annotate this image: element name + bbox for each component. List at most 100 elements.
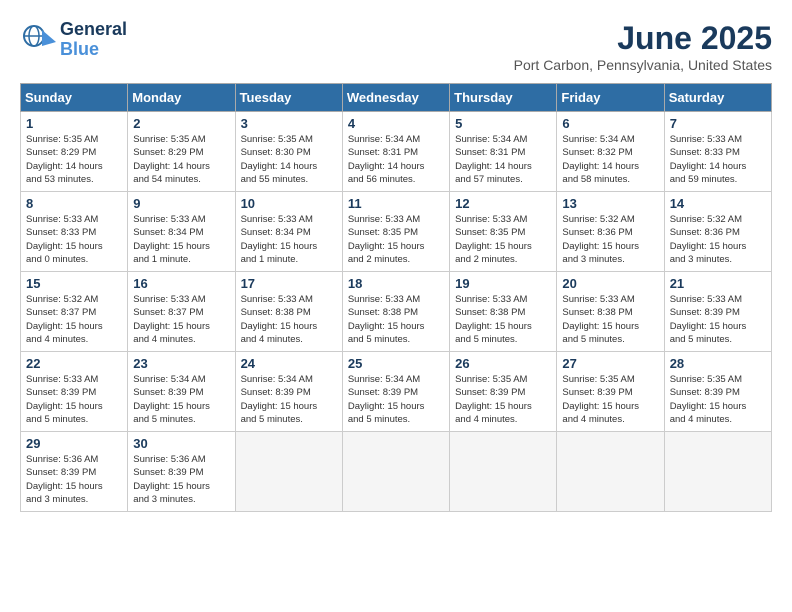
day-info: Sunrise: 5:33 AM Sunset: 8:38 PM Dayligh… <box>562 293 658 346</box>
day-info: Sunrise: 5:34 AM Sunset: 8:39 PM Dayligh… <box>348 373 444 426</box>
day-info: Sunrise: 5:36 AM Sunset: 8:39 PM Dayligh… <box>133 453 229 506</box>
calendar-cell: 17 Sunrise: 5:33 AM Sunset: 8:38 PM Dayli… <box>235 272 342 352</box>
day-number: 28 <box>670 356 766 371</box>
logo-text: General Blue <box>60 20 127 60</box>
calendar-cell: 27 Sunrise: 5:35 AM Sunset: 8:39 PM Dayli… <box>557 352 664 432</box>
month-title: June 2025 <box>514 20 772 57</box>
calendar-cell: 5 Sunrise: 5:34 AM Sunset: 8:31 PM Daylig… <box>450 112 557 192</box>
calendar-cell: 25 Sunrise: 5:34 AM Sunset: 8:39 PM Dayli… <box>342 352 449 432</box>
header-monday: Monday <box>128 84 235 112</box>
calendar-week-row: 15Sunrise: 5:32 AM Sunset: 8:37 PM Dayli… <box>21 272 772 352</box>
day-number: 20 <box>562 276 658 291</box>
day-number: 23 <box>133 356 229 371</box>
day-number: 17 <box>241 276 337 291</box>
calendar-cell <box>664 432 771 512</box>
day-number: 4 <box>348 116 444 131</box>
calendar-cell <box>557 432 664 512</box>
calendar-cell: 12 Sunrise: 5:33 AM Sunset: 8:35 PM Dayli… <box>450 192 557 272</box>
calendar-body: 1Sunrise: 5:35 AM Sunset: 8:29 PM Daylig… <box>21 112 772 512</box>
calendar-cell: 20 Sunrise: 5:33 AM Sunset: 8:38 PM Dayli… <box>557 272 664 352</box>
calendar-cell: 3 Sunrise: 5:35 AM Sunset: 8:30 PM Daylig… <box>235 112 342 192</box>
logo: General Blue <box>20 20 127 60</box>
day-info: Sunrise: 5:35 AM Sunset: 8:39 PM Dayligh… <box>562 373 658 426</box>
day-number: 2 <box>133 116 229 131</box>
day-number: 30 <box>133 436 229 451</box>
day-number: 19 <box>455 276 551 291</box>
calendar-cell: 15Sunrise: 5:32 AM Sunset: 8:37 PM Dayli… <box>21 272 128 352</box>
day-info: Sunrise: 5:33 AM Sunset: 8:39 PM Dayligh… <box>26 373 122 426</box>
calendar-week-row: 22 Sunrise: 5:33 AM Sunset: 8:39 PM Dayli… <box>21 352 772 432</box>
day-number: 26 <box>455 356 551 371</box>
header-thursday: Thursday <box>450 84 557 112</box>
logo-icon <box>20 22 56 58</box>
day-number: 10 <box>241 196 337 211</box>
calendar-week-row: 1Sunrise: 5:35 AM Sunset: 8:29 PM Daylig… <box>21 112 772 192</box>
calendar-cell: 4 Sunrise: 5:34 AM Sunset: 8:31 PM Daylig… <box>342 112 449 192</box>
day-number: 15 <box>26 276 122 291</box>
day-info: Sunrise: 5:33 AM Sunset: 8:34 PM Dayligh… <box>133 213 229 266</box>
calendar-cell: 1Sunrise: 5:35 AM Sunset: 8:29 PM Daylig… <box>21 112 128 192</box>
header: General Blue June 2025 Port Carbon, Penn… <box>20 20 772 73</box>
day-info: Sunrise: 5:35 AM Sunset: 8:30 PM Dayligh… <box>241 133 337 186</box>
calendar-cell: 18Sunrise: 5:33 AM Sunset: 8:38 PM Dayli… <box>342 272 449 352</box>
day-number: 13 <box>562 196 658 211</box>
logo-blue: Blue <box>60 40 127 60</box>
day-info: Sunrise: 5:33 AM Sunset: 8:38 PM Dayligh… <box>241 293 337 346</box>
calendar-cell: 7 Sunrise: 5:33 AM Sunset: 8:33 PM Daylig… <box>664 112 771 192</box>
day-number: 25 <box>348 356 444 371</box>
day-info: Sunrise: 5:35 AM Sunset: 8:29 PM Dayligh… <box>133 133 229 186</box>
day-info: Sunrise: 5:33 AM Sunset: 8:35 PM Dayligh… <box>455 213 551 266</box>
calendar-cell: 16Sunrise: 5:33 AM Sunset: 8:37 PM Dayli… <box>128 272 235 352</box>
calendar-cell: 29 Sunrise: 5:36 AM Sunset: 8:39 PM Dayli… <box>21 432 128 512</box>
day-info: Sunrise: 5:33 AM Sunset: 8:34 PM Dayligh… <box>241 213 337 266</box>
day-number: 14 <box>670 196 766 211</box>
calendar-cell: 24Sunrise: 5:34 AM Sunset: 8:39 PM Dayli… <box>235 352 342 432</box>
calendar-cell: 6Sunrise: 5:34 AM Sunset: 8:32 PM Daylig… <box>557 112 664 192</box>
day-info: Sunrise: 5:34 AM Sunset: 8:31 PM Dayligh… <box>348 133 444 186</box>
day-number: 27 <box>562 356 658 371</box>
calendar-cell: 23 Sunrise: 5:34 AM Sunset: 8:39 PM Dayli… <box>128 352 235 432</box>
calendar-cell: 2 Sunrise: 5:35 AM Sunset: 8:29 PM Daylig… <box>128 112 235 192</box>
header-sunday: Sunday <box>21 84 128 112</box>
day-info: Sunrise: 5:34 AM Sunset: 8:32 PM Dayligh… <box>562 133 658 186</box>
day-number: 3 <box>241 116 337 131</box>
calendar-cell <box>235 432 342 512</box>
location-title: Port Carbon, Pennsylvania, United States <box>514 57 772 73</box>
calendar-cell: 26 Sunrise: 5:35 AM Sunset: 8:39 PM Dayli… <box>450 352 557 432</box>
calendar-cell: 30 Sunrise: 5:36 AM Sunset: 8:39 PM Dayli… <box>128 432 235 512</box>
day-info: Sunrise: 5:33 AM Sunset: 8:38 PM Dayligh… <box>348 293 444 346</box>
day-info: Sunrise: 5:33 AM Sunset: 8:39 PM Dayligh… <box>670 293 766 346</box>
day-info: Sunrise: 5:36 AM Sunset: 8:39 PM Dayligh… <box>26 453 122 506</box>
calendar-cell: 28Sunrise: 5:35 AM Sunset: 8:39 PM Dayli… <box>664 352 771 432</box>
day-info: Sunrise: 5:34 AM Sunset: 8:39 PM Dayligh… <box>133 373 229 426</box>
day-info: Sunrise: 5:33 AM Sunset: 8:33 PM Dayligh… <box>670 133 766 186</box>
day-number: 7 <box>670 116 766 131</box>
day-info: Sunrise: 5:35 AM Sunset: 8:39 PM Dayligh… <box>455 373 551 426</box>
calendar-cell <box>450 432 557 512</box>
day-info: Sunrise: 5:33 AM Sunset: 8:33 PM Dayligh… <box>26 213 122 266</box>
day-number: 8 <box>26 196 122 211</box>
day-number: 29 <box>26 436 122 451</box>
day-number: 12 <box>455 196 551 211</box>
day-number: 9 <box>133 196 229 211</box>
header-wednesday: Wednesday <box>342 84 449 112</box>
calendar-header-row: Sunday Monday Tuesday Wednesday Thursday… <box>21 84 772 112</box>
day-number: 22 <box>26 356 122 371</box>
title-area: June 2025 Port Carbon, Pennsylvania, Uni… <box>514 20 772 73</box>
day-number: 21 <box>670 276 766 291</box>
calendar-cell <box>342 432 449 512</box>
header-friday: Friday <box>557 84 664 112</box>
day-number: 11 <box>348 196 444 211</box>
day-number: 16 <box>133 276 229 291</box>
calendar-cell: 21 Sunrise: 5:33 AM Sunset: 8:39 PM Dayli… <box>664 272 771 352</box>
day-number: 5 <box>455 116 551 131</box>
day-info: Sunrise: 5:32 AM Sunset: 8:36 PM Dayligh… <box>670 213 766 266</box>
day-info: Sunrise: 5:34 AM Sunset: 8:31 PM Dayligh… <box>455 133 551 186</box>
calendar-week-row: 29 Sunrise: 5:36 AM Sunset: 8:39 PM Dayli… <box>21 432 772 512</box>
logo-general: General <box>60 20 127 40</box>
calendar-cell: 19 Sunrise: 5:33 AM Sunset: 8:38 PM Dayli… <box>450 272 557 352</box>
day-info: Sunrise: 5:34 AM Sunset: 8:39 PM Dayligh… <box>241 373 337 426</box>
day-info: Sunrise: 5:33 AM Sunset: 8:38 PM Dayligh… <box>455 293 551 346</box>
calendar-week-row: 8 Sunrise: 5:33 AM Sunset: 8:33 PM Daylig… <box>21 192 772 272</box>
header-tuesday: Tuesday <box>235 84 342 112</box>
